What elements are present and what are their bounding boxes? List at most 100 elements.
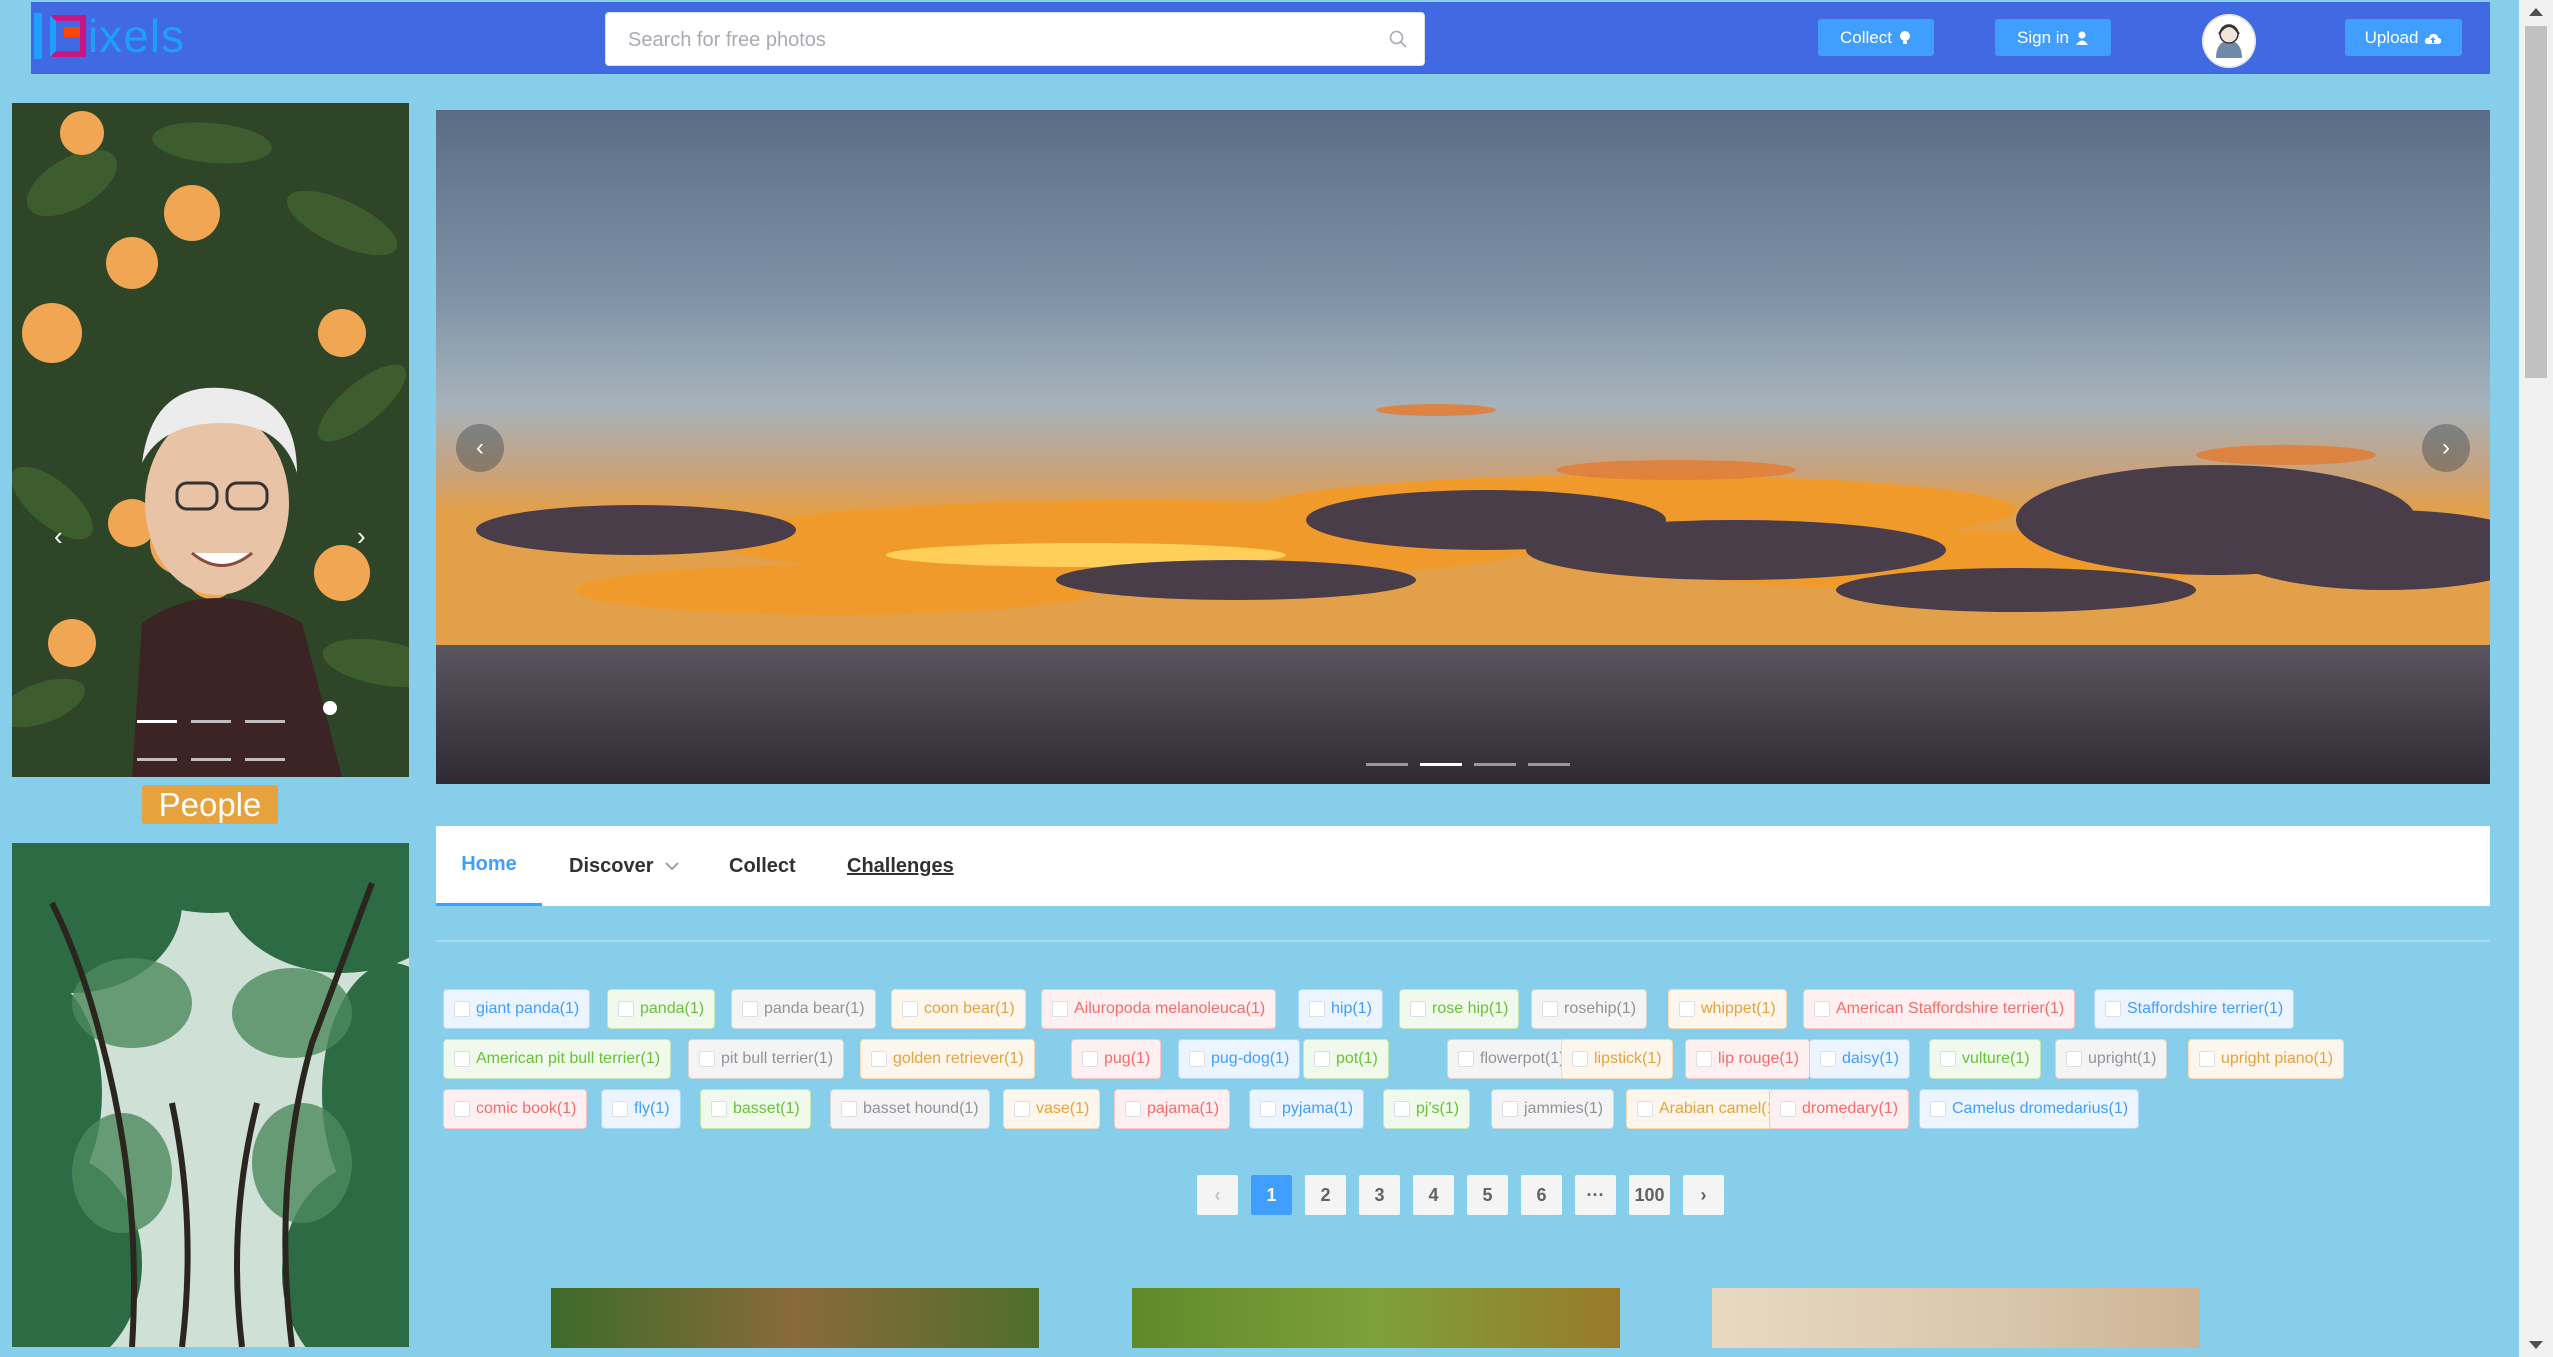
photo-thumbnail[interactable] [1712,1288,2200,1348]
user-avatar[interactable] [2202,14,2256,68]
tag-checkbox[interactable] [1410,1001,1426,1017]
tag-chip[interactable]: basset(1) [700,1089,811,1129]
tag-chip[interactable]: coon bear(1) [891,989,1026,1029]
pagination-page[interactable]: 100 [1629,1175,1670,1215]
carousel-indicator-active[interactable] [1420,763,1462,766]
tab-collect[interactable]: Collect [729,826,796,906]
search-input[interactable] [626,13,1390,67]
tag-checkbox[interactable] [742,1001,758,1017]
side-carousel[interactable]: ‹ › [12,103,409,777]
carousel-indicator[interactable] [137,758,177,761]
main-carousel-next[interactable]: › [2422,424,2470,472]
tag-chip[interactable]: lip rouge(1) [1685,1039,1810,1079]
tag-checkbox[interactable] [1314,1051,1330,1067]
tag-checkbox[interactable] [1502,1101,1518,1117]
site-logo[interactable]: ixels [34,8,185,63]
tag-checkbox[interactable] [841,1101,857,1117]
carousel-indicator[interactable] [245,758,285,761]
tag-checkbox[interactable] [1082,1051,1098,1067]
tag-checkbox[interactable] [1260,1101,1276,1117]
collect-button[interactable]: Collect [1818,19,1934,56]
tag-chip[interactable]: basset hound(1) [830,1089,990,1129]
tab-home[interactable]: Home [436,826,542,906]
tag-chip[interactable]: vulture(1) [1929,1039,2041,1079]
side-carousel-prev[interactable]: ‹ [54,521,63,552]
main-carousel[interactable]: ‹ › [436,110,2490,784]
tag-checkbox[interactable] [1394,1101,1410,1117]
tag-chip[interactable]: panda bear(1) [731,989,876,1029]
sign-in-button[interactable]: Sign in [1995,19,2111,56]
tag-chip[interactable]: upright piano(1) [2188,1039,2345,1079]
tag-checkbox[interactable] [1940,1051,1956,1067]
tag-checkbox[interactable] [711,1101,727,1117]
tag-checkbox[interactable] [1930,1101,1946,1117]
tag-checkbox[interactable] [1458,1051,1474,1067]
page-scrollbar[interactable] [2519,0,2553,1357]
pagination-page[interactable]: 1 [1251,1175,1292,1215]
photo-thumbnail[interactable] [1132,1288,1620,1348]
tag-checkbox[interactable] [699,1051,715,1067]
tag-checkbox[interactable] [2199,1051,2215,1067]
tag-checkbox[interactable] [454,1101,470,1117]
tag-chip[interactable]: pj's(1) [1383,1089,1471,1129]
tag-chip[interactable]: rose hip(1) [1399,989,1520,1029]
tag-chip[interactable]: daisy(1) [1809,1039,1910,1079]
carousel-indicator[interactable] [191,758,231,761]
tag-checkbox[interactable] [871,1051,887,1067]
tag-checkbox[interactable] [1125,1101,1141,1117]
tag-chip[interactable]: giant panda(1) [443,989,591,1029]
tag-chip[interactable]: Camelus dromedarius(1) [1919,1089,2140,1129]
carousel-indicator[interactable] [1474,763,1516,766]
tag-checkbox[interactable] [1014,1101,1030,1117]
tag-chip[interactable]: dromedary(1) [1769,1089,1910,1129]
pagination-more[interactable]: ··· [1575,1175,1616,1215]
carousel-indicator[interactable] [245,720,285,723]
tag-checkbox[interactable] [902,1001,918,1017]
pagination-page[interactable]: 5 [1467,1175,1508,1215]
carousel-indicator[interactable] [137,720,177,723]
tab-discover[interactable]: Discover [569,826,680,906]
tab-challenges[interactable]: Challenges [847,826,954,906]
forest-photo[interactable] [12,843,409,1347]
pagination-page[interactable]: 6 [1521,1175,1562,1215]
tag-chip[interactable]: flowerpot(1) [1447,1039,1576,1079]
tag-checkbox[interactable] [454,1001,470,1017]
tag-chip[interactable]: lipstick(1) [1561,1039,1673,1079]
tag-chip[interactable]: hip(1) [1298,989,1383,1029]
pagination-page[interactable]: 4 [1413,1175,1454,1215]
tag-checkbox[interactable] [2105,1001,2121,1017]
tag-chip[interactable]: American Staffordshire terrier(1) [1803,989,2076,1029]
tag-chip[interactable]: Ailuropoda melanoleuca(1) [1041,989,1277,1029]
tag-chip[interactable]: pot(1) [1303,1039,1389,1079]
tag-chip[interactable]: rosehip(1) [1531,989,1648,1029]
tag-chip[interactable]: Staffordshire terrier(1) [2094,989,2295,1029]
category-label[interactable]: People [142,785,278,824]
tag-chip[interactable]: pit bull terrier(1) [688,1039,845,1079]
side-carousel-next[interactable]: › [357,521,366,552]
tag-chip[interactable]: Arabian camel(1) [1626,1089,1792,1129]
carousel-indicator[interactable] [191,720,231,723]
tag-checkbox[interactable] [1696,1051,1712,1067]
tag-checkbox[interactable] [1189,1051,1205,1067]
pagination-page[interactable]: 2 [1305,1175,1346,1215]
tag-checkbox[interactable] [1679,1001,1695,1017]
tag-checkbox[interactable] [1542,1001,1558,1017]
tag-chip[interactable]: pajama(1) [1114,1089,1231,1129]
tag-chip[interactable]: pug(1) [1071,1039,1162,1079]
pagination-prev[interactable]: ‹ [1197,1175,1238,1215]
tag-chip[interactable]: comic book(1) [443,1089,588,1129]
tag-chip[interactable]: whippet(1) [1668,989,1787,1029]
scroll-down-icon[interactable] [2529,1341,2543,1349]
carousel-indicator[interactable] [1366,763,1408,766]
tag-checkbox[interactable] [1572,1051,1588,1067]
tag-checkbox[interactable] [612,1101,628,1117]
tag-checkbox[interactable] [454,1051,470,1067]
pagination-page[interactable]: 3 [1359,1175,1400,1215]
tag-checkbox[interactable] [2066,1051,2082,1067]
scroll-up-icon[interactable] [2529,8,2543,16]
tag-checkbox[interactable] [618,1001,634,1017]
pagination-next[interactable]: › [1683,1175,1724,1215]
tag-chip[interactable]: jammies(1) [1491,1089,1615,1129]
tag-chip[interactable]: vase(1) [1003,1089,1101,1129]
tag-checkbox[interactable] [1309,1001,1325,1017]
